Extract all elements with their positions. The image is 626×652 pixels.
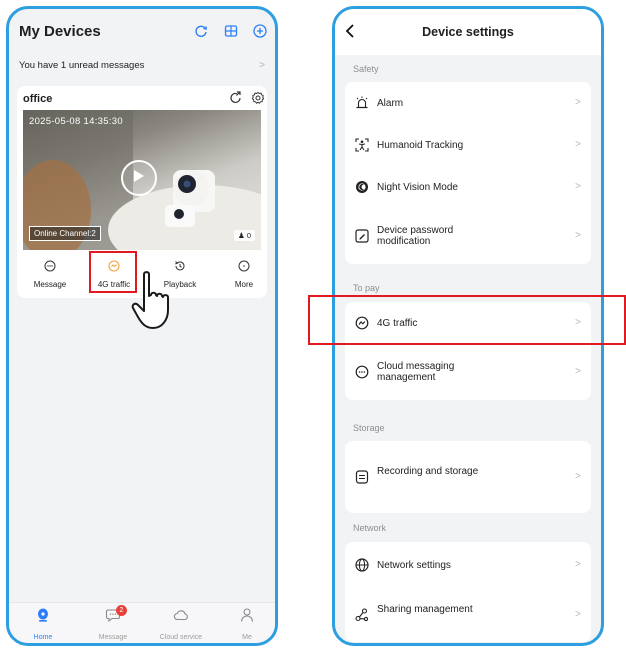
bottom-tab-bar: Home 2 Message Cloud service Me [9, 602, 275, 643]
chevron-right-icon: > [575, 139, 581, 150]
settings-row-night-vision[interactable]: Night Vision Mode > [345, 166, 591, 208]
chevron-right-icon: > [575, 471, 581, 482]
chevron-right-icon: > [575, 559, 581, 570]
settings-header: Device settings [335, 9, 601, 55]
chevron-right-icon: > [575, 181, 581, 192]
home-icon [38, 608, 48, 622]
password-edit-icon [355, 229, 369, 243]
share-nodes-icon [355, 608, 369, 622]
humanoid-tracking-icon [355, 138, 369, 152]
settings-row-humanoid-tracking[interactable]: Humanoid Tracking > [345, 124, 591, 166]
section-label-storage: Storage [353, 423, 385, 433]
user-icon [240, 608, 254, 622]
tab-cloud-service[interactable]: Cloud service [151, 607, 211, 643]
play-icon [134, 170, 144, 182]
tab-home[interactable]: Home [13, 607, 73, 643]
alarm-icon [356, 96, 368, 109]
chevron-right-icon: > [575, 609, 581, 620]
tab-message[interactable]: 2 Message [83, 605, 143, 643]
settings-row-device-password[interactable]: Device password modification > [345, 208, 591, 264]
more-icon [238, 260, 250, 272]
chevron-right-icon: > [575, 366, 581, 377]
camera-timestamp: 2025-05-08 14:35:30 [29, 116, 123, 127]
settings-row-recording-storage[interactable]: Recording and storage > [345, 441, 591, 513]
refresh-icon[interactable] [193, 23, 209, 39]
safety-group: Alarm > Humanoid Tracking > Night Vision… [345, 82, 591, 264]
settings-row-alarm[interactable]: Alarm > [345, 82, 591, 124]
grid-view-icon[interactable] [223, 23, 239, 39]
cloud-icon [173, 610, 188, 621]
network-group: Network settings > Sharing management > [345, 542, 591, 642]
chevron-right-icon: > [259, 60, 265, 71]
share-icon[interactable] [229, 91, 243, 105]
chevron-right-icon: > [575, 97, 581, 108]
pointing-hand-icon [131, 271, 169, 329]
section-label-safety: Safety [353, 64, 379, 74]
settings-gear-icon[interactable] [251, 91, 265, 105]
settings-row-network-settings[interactable]: Network settings > [345, 542, 591, 588]
storage-icon [355, 470, 369, 484]
more-action[interactable]: More [217, 254, 271, 292]
storage-group: Recording and storage > [345, 441, 591, 513]
viewer-count: ♟ 0 [234, 230, 255, 241]
globe-icon [355, 558, 369, 572]
person-icon: ♟ [238, 231, 245, 240]
device-name: office [23, 93, 53, 105]
unread-badge: 2 [116, 605, 127, 616]
chat-bubble-icon [355, 365, 369, 379]
camera-preview[interactable]: 2025-05-08 14:35:30 Online Channel:2 ♟ 0 [23, 110, 261, 250]
message-icon [44, 260, 56, 272]
section-label-network: Network [353, 523, 387, 533]
page-title: My Devices [19, 23, 101, 40]
night-vision-icon [356, 181, 368, 193]
device-card: office 2025-05-08 14:35:30 Online Channe… [17, 86, 267, 298]
message-action[interactable]: Message [23, 254, 77, 292]
unread-messages-text: You have 1 unread messages [19, 60, 145, 71]
section-label-to-pay: To pay [353, 283, 380, 293]
play-button[interactable] [121, 160, 157, 196]
channel-status: Online Channel:2 [29, 226, 101, 241]
4g-traffic-row-highlight-box [308, 295, 626, 345]
tab-me[interactable]: Me [217, 607, 275, 643]
add-device-icon[interactable] [252, 23, 268, 39]
settings-row-cloud-messaging[interactable]: Cloud messaging management > [345, 344, 591, 400]
settings-row-sharing[interactable]: Sharing management > [345, 588, 591, 642]
home-header: My Devices [9, 9, 275, 57]
unread-messages-banner[interactable]: You have 1 unread messages > [9, 54, 275, 78]
page-title: Device settings [422, 25, 514, 39]
chevron-right-icon: > [575, 230, 581, 241]
